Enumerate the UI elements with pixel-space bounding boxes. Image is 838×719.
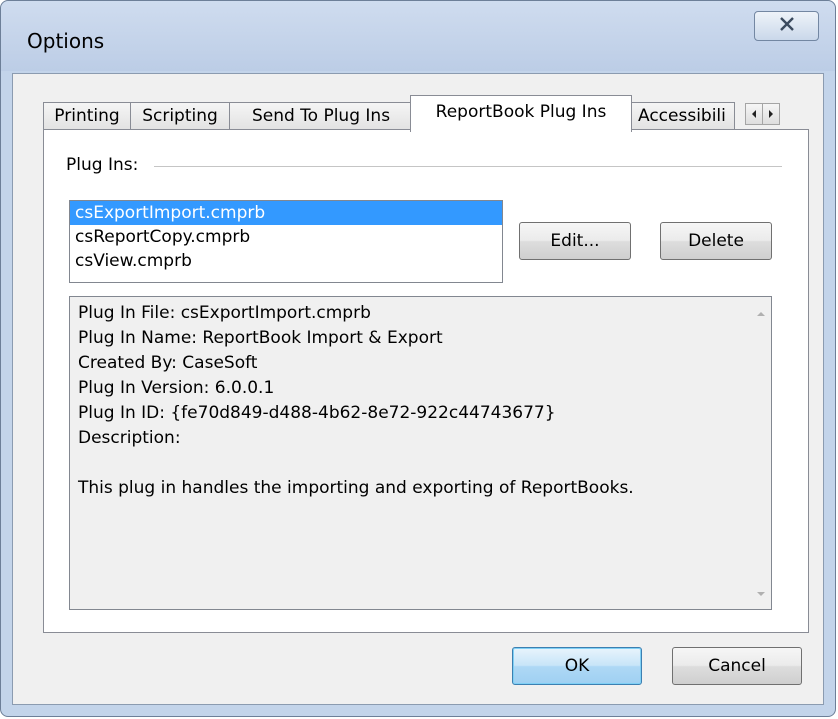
ok-button[interactable]: OK [512,647,642,685]
list-item[interactable]: csReportCopy.cmprb [70,225,502,249]
cancel-button[interactable]: Cancel [672,647,802,685]
title-bar[interactable]: Options [1,1,835,71]
plug-in-details-textbox[interactable]: Plug In File: csExportImport.cmprb Plug … [69,296,772,610]
tab-printing[interactable]: Printing [43,102,131,130]
list-item[interactable]: csView.cmprb [70,249,502,273]
detail-line: Plug In Name: ReportBook Import & Export [78,328,443,348]
tab-label: Printing [54,106,120,126]
tab-send-to-plug-ins[interactable]: Send To Plug Ins [229,102,413,130]
close-icon [778,16,796,37]
tab-label: Accessibili [638,106,726,126]
detail-line: Plug In ID: {fe70d849-d488-4b62-8e72-922… [78,403,556,423]
detail-line: Plug In File: csExportImport.cmprb [78,303,371,323]
tab-accessibility[interactable]: Accessibili [631,102,735,130]
tab-label: ReportBook Plug Ins [435,102,607,122]
tab-scroll-right-button[interactable] [762,103,780,125]
scroll-down-button[interactable] [751,583,771,603]
group-divider [154,166,782,167]
plug-ins-group-label: Plug Ins: [66,155,149,175]
list-item[interactable]: csExportImport.cmprb [70,201,502,225]
cancel-button-label: Cancel [708,656,766,676]
window-title: Options [27,29,105,53]
tab-label: Scripting [142,106,218,126]
details-scrollbar[interactable] [751,297,771,609]
arrow-right-icon [767,104,775,124]
tab-panel-reportbook-plug-ins: Plug Ins: csExportImport.cmprb csReportC… [43,129,809,633]
tab-label: Send To Plug Ins [251,106,391,126]
arrow-left-icon [750,104,758,124]
tab-scripting[interactable]: Scripting [130,102,230,130]
ok-button-label: OK [564,656,590,676]
dialog-client-area: Printing Scripting Send To Plug Ins Repo… [12,73,824,705]
options-dialog: Options Printing Scripting Send To Plug … [0,0,836,717]
tab-strip: Printing Scripting Send To Plug Ins Repo… [43,92,813,132]
arrow-up-icon [756,303,766,323]
plug-ins-listbox[interactable]: csExportImport.cmprb csReportCopy.cmprb … [69,200,503,283]
delete-button-label: Delete [688,231,744,251]
edit-button-label: Edit... [550,231,600,251]
delete-button[interactable]: Delete [660,222,772,260]
arrow-down-icon [756,583,766,603]
detail-line: Description: [78,428,181,448]
tab-scroll-left-button[interactable] [745,103,763,125]
detail-line: Created By: CaseSoft [78,353,258,373]
edit-button[interactable]: Edit... [519,222,631,260]
close-button[interactable] [754,11,819,41]
tab-reportbook-plug-ins[interactable]: ReportBook Plug Ins [410,95,632,132]
scroll-up-button[interactable] [751,303,771,323]
detail-line: This plug in handles the importing and e… [78,478,634,498]
detail-line: Plug In Version: 6.0.0.1 [78,378,275,398]
